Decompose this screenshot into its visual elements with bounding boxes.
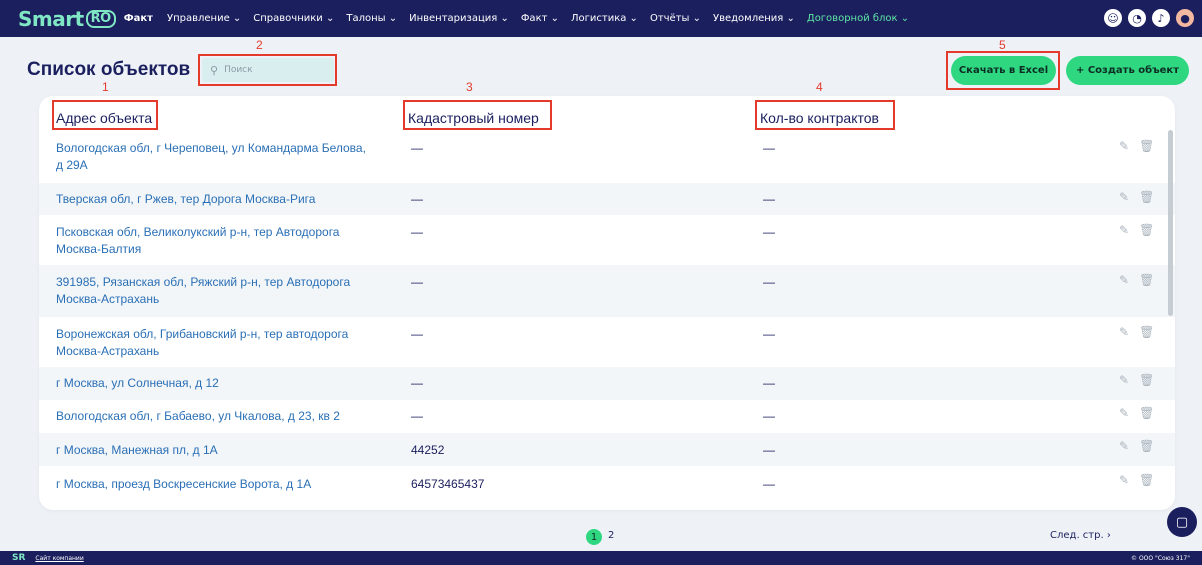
user-avatar[interactable]: ● (1176, 9, 1194, 27)
support-icon[interactable]: ☺ (1104, 9, 1122, 27)
table-row[interactable]: г Москва, ул Солнечная, д 12 — — ✎ 🗑 (39, 367, 1175, 400)
next-page-link[interactable]: След. стр. › (1050, 530, 1111, 541)
row-contracts: — (763, 141, 775, 155)
row-address[interactable]: г Москва, Манежная пл, д 1А (56, 442, 376, 459)
logo-ro: RO (85, 9, 116, 28)
edit-icon[interactable]: ✎ (1119, 473, 1129, 487)
delete-icon[interactable]: 🗑 (1139, 325, 1154, 339)
main-nav: Управление ⌄ Справочники ⌄ Талоны ⌄ Инве… (167, 13, 921, 24)
row-cadastral: — (411, 225, 423, 239)
annotation-number-4: 4 (816, 80, 823, 94)
annotation-box-1 (52, 100, 158, 130)
table-scrollbar[interactable] (1168, 130, 1173, 316)
table-row[interactable]: 391985, Рязанская обл, Ряжский р-н, тер … (39, 265, 1175, 317)
footer-logo: SR (12, 553, 26, 563)
edit-icon[interactable]: ✎ (1119, 325, 1129, 339)
nav-item-fact[interactable]: Факт ⌄ (521, 13, 559, 24)
row-cadastral: — (411, 327, 423, 341)
annotation-number-5: 5 (999, 38, 1006, 52)
delete-icon[interactable]: 🗑 (1139, 406, 1154, 420)
nav-item-inventory[interactable]: Инвентаризация ⌄ (409, 13, 509, 24)
annotation-box-4 (755, 100, 895, 130)
nav-item-reports[interactable]: Отчёты ⌄ (650, 13, 701, 24)
top-navbar: Smart RO Факт Управление ⌄ Справочники ⌄ … (0, 0, 1202, 37)
row-cadastral: 64573465437 (411, 477, 485, 491)
page-title: Список объектов (27, 59, 191, 80)
row-cadastral: 44252 (411, 443, 445, 457)
nav-item-notifications[interactable]: Уведомления ⌄ (713, 13, 795, 24)
row-contracts: — (763, 477, 775, 491)
company-site-link[interactable]: Сайт компании (35, 555, 83, 562)
row-address[interactable]: Вологодская обл, г Череповец, ул Команда… (56, 140, 376, 174)
row-cadastral: — (411, 409, 423, 423)
edit-icon[interactable]: ✎ (1119, 273, 1129, 287)
row-address[interactable]: Псковская обл, Великолукский р-н, тер Ав… (56, 224, 376, 258)
row-address[interactable]: Вологодская обл, г Бабаево, ул Чкалова, … (56, 408, 376, 425)
row-contracts: — (763, 275, 775, 289)
footer: SR Сайт компании © ООО "Союз 317" (0, 551, 1202, 565)
row-contracts: — (763, 225, 775, 239)
row-cadastral: — (411, 141, 423, 155)
row-contracts: — (763, 443, 775, 457)
row-address[interactable]: Тверская обл, г Ржев, тер Дорога Москва-… (56, 191, 376, 208)
edit-icon[interactable]: ✎ (1119, 406, 1129, 420)
table-row[interactable]: г Москва, проезд Воскресенские Ворота, д… (39, 466, 1175, 502)
row-contracts: — (763, 192, 775, 206)
logo-text: Smart (18, 6, 84, 31)
edit-icon[interactable]: ✎ (1119, 373, 1129, 387)
delete-icon[interactable]: 🗑 (1139, 373, 1154, 387)
delete-icon[interactable]: 🗑 (1139, 473, 1154, 487)
table-row[interactable]: Воронежская обл, Грибановский р-н, тер а… (39, 317, 1175, 367)
row-address[interactable]: г Москва, ул Солнечная, д 12 (56, 375, 376, 392)
annotation-number-3: 3 (466, 80, 473, 94)
nav-item-management[interactable]: Управление ⌄ (167, 13, 241, 24)
table-row[interactable]: г Москва, Манежная пл, д 1А 44252 — ✎ 🗑 (39, 433, 1175, 466)
bell-icon[interactable]: ♪ (1152, 9, 1170, 27)
row-address[interactable]: 391985, Рязанская обл, Ряжский р-н, тер … (56, 274, 376, 308)
edit-icon[interactable]: ✎ (1119, 223, 1129, 237)
row-cadastral: — (411, 376, 423, 390)
nav-item-coupons[interactable]: Талоны ⌄ (346, 13, 397, 24)
row-contracts: — (763, 376, 775, 390)
table-row[interactable]: Вологодская обл, г Бабаево, ул Чкалова, … (39, 400, 1175, 433)
annotation-box-5 (946, 51, 1060, 90)
row-contracts: — (763, 409, 775, 423)
table-row[interactable]: Псковская обл, Великолукский р-н, тер Ав… (39, 215, 1175, 265)
nav-item-contracts[interactable]: Договорной блок ⌄ (807, 13, 909, 24)
delete-icon[interactable]: 🗑 (1139, 439, 1154, 453)
annotation-box-2 (198, 54, 337, 86)
annotation-box-3 (403, 100, 552, 130)
create-object-button[interactable]: + Создать объект (1066, 56, 1189, 85)
row-cadastral: — (411, 192, 423, 206)
table-row[interactable]: Вологодская обл, г Череповец, ул Команда… (39, 131, 1175, 183)
annotation-number-2: 2 (256, 38, 263, 52)
delete-icon[interactable]: 🗑 (1139, 273, 1154, 287)
page-button-2[interactable]: 2 (608, 530, 614, 541)
edit-icon[interactable]: ✎ (1119, 139, 1129, 153)
brand-subtitle: Факт (123, 13, 153, 24)
nav-item-references[interactable]: Справочники ⌄ (253, 13, 334, 24)
copyright: © ООО "Союз 317" (1131, 554, 1190, 562)
edit-icon[interactable]: ✎ (1119, 190, 1129, 204)
row-cadastral: — (411, 275, 423, 289)
page-button-1[interactable]: 1 (586, 529, 602, 545)
nav-item-logistics[interactable]: Логистика ⌄ (571, 13, 638, 24)
row-contracts: — (763, 327, 775, 341)
compass-icon[interactable]: ◔ (1128, 9, 1146, 27)
delete-icon[interactable]: 🗑 (1139, 139, 1154, 153)
logo[interactable]: Smart RO (18, 7, 116, 31)
delete-icon[interactable]: 🗑 (1139, 223, 1154, 237)
delete-icon[interactable]: 🗑 (1139, 190, 1154, 204)
row-address[interactable]: Воронежская обл, Грибановский р-н, тер а… (56, 326, 376, 360)
row-address[interactable]: г Москва, проезд Воскресенские Ворота, д… (56, 476, 376, 493)
table-row[interactable]: Тверская обл, г Ржев, тер Дорога Москва-… (39, 183, 1175, 215)
edit-icon[interactable]: ✎ (1119, 439, 1129, 453)
annotation-number-1: 1 (102, 80, 109, 94)
chat-icon[interactable]: ▢ (1167, 507, 1197, 537)
